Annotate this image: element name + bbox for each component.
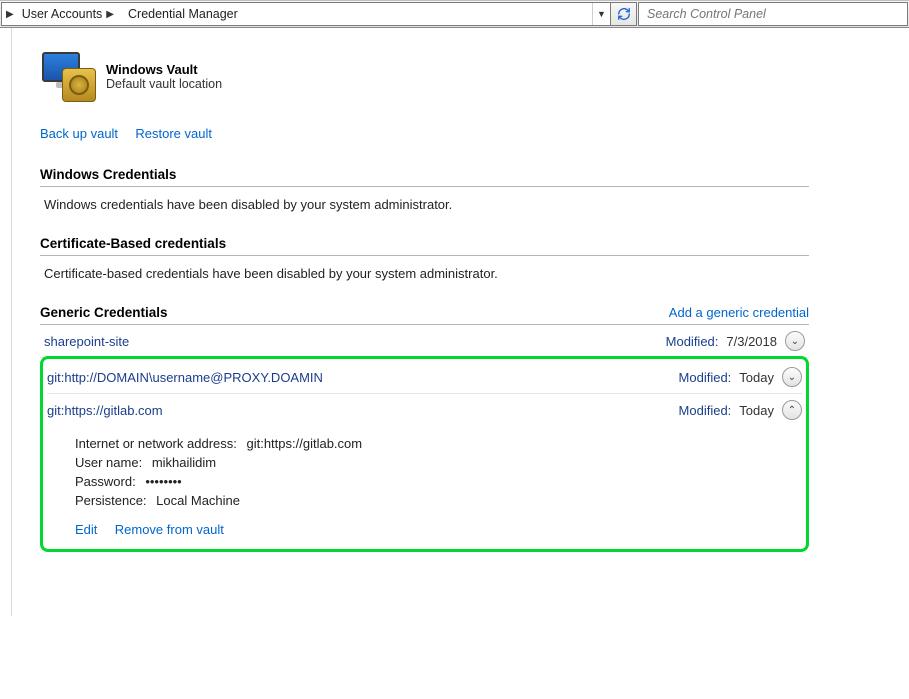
vault-icon [40,50,96,102]
modified-value: Today [739,370,774,385]
edit-credential-link[interactable]: Edit [75,522,97,537]
credential-details: Internet or network address: git:https:/… [47,426,802,508]
detail-persistence-label: Persistence: [75,493,147,508]
restore-vault-link[interactable]: Restore vault [135,126,212,141]
breadcrumb-current[interactable]: Credential Manager [120,3,244,25]
breadcrumb-current-label: Credential Manager [128,7,238,21]
detail-address-value: git:https://gitlab.com [246,436,362,451]
section-title: Certificate-Based credentials [40,236,226,251]
vault-links: Back up vault Restore vault [40,126,809,141]
breadcrumb-parent[interactable]: User Accounts ▶ [14,3,120,25]
expand-button[interactable]: ⌄ [785,331,805,351]
section-message: Certificate-based credentials have been … [40,256,809,281]
modified-value: 7/3/2018 [726,334,777,349]
credential-row-git-gitlab[interactable]: git:https://gitlab.com Modified: Today ⌃ [47,394,802,426]
vault-header: Windows Vault Default vault location [40,50,809,102]
collapse-button[interactable]: ⌃ [782,400,802,420]
credential-name: git:https://gitlab.com [47,403,163,418]
credential-meta: Modified: Today ⌃ [679,400,802,420]
detail-password-value: •••••••• [145,474,181,489]
highlighted-credentials-group: git:http://DOMAIN\username@PROXY.DOAMIN … [40,356,809,552]
section-windows-credentials: Windows Credentials Windows credentials … [40,167,809,212]
remove-credential-link[interactable]: Remove from vault [115,522,224,537]
credential-name: sharepoint-site [44,334,129,349]
search-input[interactable] [639,7,907,21]
main-content: Windows Vault Default vault location Bac… [12,28,849,616]
credential-actions: Edit Remove from vault [47,512,802,537]
detail-user-label: User name: [75,455,142,470]
chevron-down-icon: ⌄ [788,372,796,383]
section-message: Windows credentials have been disabled b… [40,187,809,212]
detail-address-label: Internet or network address: [75,436,237,451]
chevron-down-icon: ⌄ [791,336,799,347]
section-title: Windows Credentials [40,167,176,182]
search-box[interactable] [638,2,908,26]
vault-subtitle: Default vault location [106,77,222,91]
modified-value: Today [739,403,774,418]
section-generic-credentials: Generic Credentials Add a generic creden… [40,305,809,552]
chevron-right-icon: ▶ [106,9,114,20]
address-bar-row: ▶ User Accounts ▶ Credential Manager ▼ [0,0,909,28]
section-certificate-credentials: Certificate-Based credentials Certificat… [40,236,809,281]
detail-persistence-value: Local Machine [156,493,240,508]
credential-meta: Modified: 7/3/2018 ⌄ [666,331,805,351]
breadcrumb-parent-label: User Accounts [22,7,103,21]
expand-button[interactable]: ⌄ [782,367,802,387]
credential-name: git:http://DOMAIN\username@PROXY.DOAMIN [47,370,323,385]
chevron-right-icon: ▶ [6,9,14,20]
modified-label: Modified: [679,370,732,385]
address-dropdown-button[interactable]: ▼ [592,3,610,25]
add-generic-credential-link[interactable]: Add a generic credential [669,305,809,320]
credential-row-sharepoint[interactable]: sharepoint-site Modified: 7/3/2018 ⌄ [40,325,809,358]
detail-password-label: Password: [75,474,136,489]
modified-label: Modified: [679,403,732,418]
section-header: Windows Credentials [40,167,809,187]
chevron-up-icon: ⌃ [788,405,796,416]
modified-label: Modified: [666,334,719,349]
vault-header-text: Windows Vault Default vault location [106,62,222,91]
left-gutter [0,28,12,616]
credential-meta: Modified: Today ⌄ [679,367,802,387]
credential-row-git-proxy[interactable]: git:http://DOMAIN\username@PROXY.DOAMIN … [47,361,802,394]
refresh-icon [617,7,631,21]
refresh-button[interactable] [610,3,636,25]
section-header: Certificate-Based credentials [40,236,809,256]
section-header: Generic Credentials Add a generic creden… [40,305,809,325]
breadcrumb-bar[interactable]: ▶ User Accounts ▶ Credential Manager ▼ [1,2,637,26]
vault-title: Windows Vault [106,62,222,77]
detail-user-value: mikhailidim [152,455,216,470]
section-title: Generic Credentials [40,305,168,320]
backup-vault-link[interactable]: Back up vault [40,126,118,141]
